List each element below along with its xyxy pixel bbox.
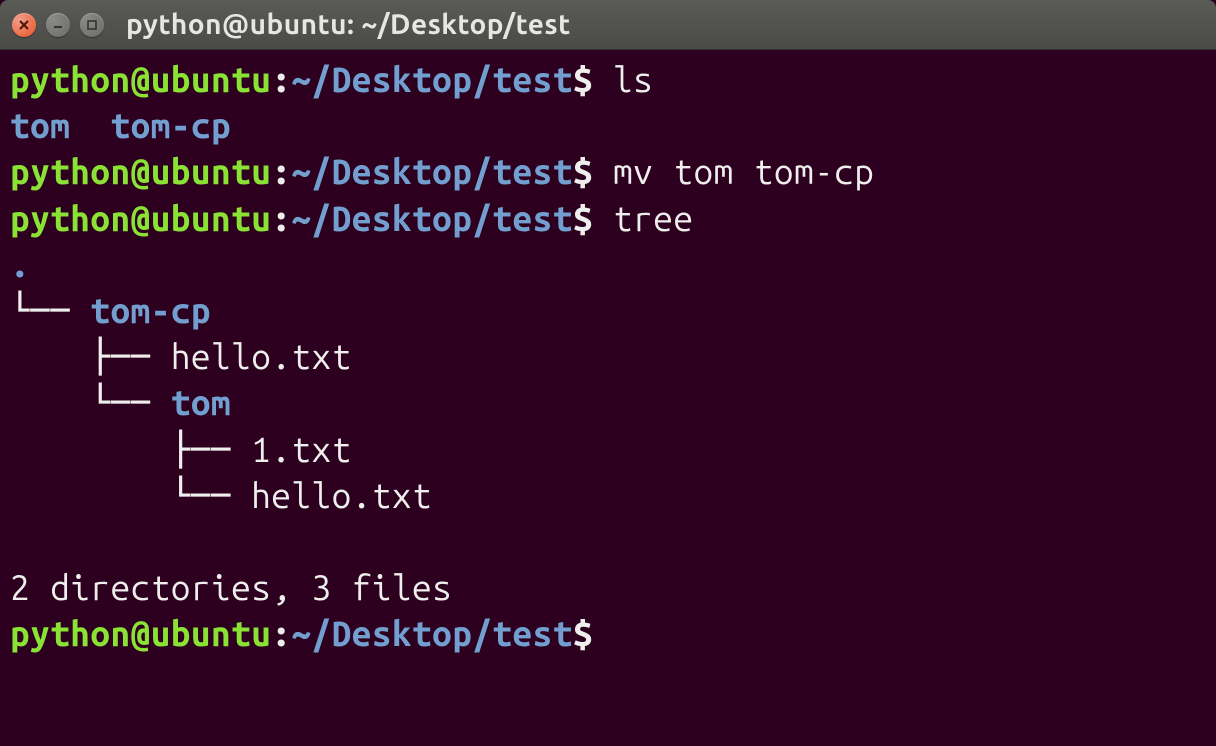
tree-file: hello.txt	[251, 475, 432, 515]
prompt-userhost: python@ubuntu	[10, 151, 271, 191]
command-tree: tree	[613, 198, 693, 238]
ls-output-dir: tom	[10, 105, 70, 145]
prompt-path: ~/Desktop/test	[291, 151, 572, 191]
terminal-body[interactable]: python@ubuntu:~/Desktop/test$ ls tom tom…	[0, 50, 1216, 746]
command-mv: mv tom tom-cp	[613, 151, 874, 191]
prompt-colon: :	[271, 198, 291, 238]
prompt-colon: :	[271, 613, 291, 653]
tree-branch: ├──	[10, 336, 171, 376]
command-ls: ls	[613, 59, 653, 99]
prompt-symbol: $	[573, 151, 593, 191]
prompt-userhost: python@ubuntu	[10, 613, 271, 653]
prompt-path: ~/Desktop/test	[291, 198, 572, 238]
tree-file: 1.txt	[251, 429, 352, 469]
prompt-userhost: python@ubuntu	[10, 59, 271, 99]
prompt-symbol: $	[573, 613, 593, 653]
prompt-userhost: python@ubuntu	[10, 198, 271, 238]
terminal-output: python@ubuntu:~/Desktop/test$ ls tom tom…	[10, 56, 1206, 656]
titlebar: python@ubuntu: ~/Desktop/test	[0, 0, 1216, 50]
tree-file: hello.txt	[171, 336, 352, 376]
ls-output-dir: tom-cp	[111, 105, 232, 145]
maximize-icon	[86, 19, 98, 31]
tree-dir: tom-cp	[90, 290, 211, 330]
terminal-window: python@ubuntu: ~/Desktop/test python@ubu…	[0, 0, 1216, 746]
tree-dir: tom	[171, 382, 231, 422]
minimize-icon	[52, 19, 64, 31]
prompt-symbol: $	[573, 59, 593, 99]
close-button[interactable]	[12, 13, 36, 37]
close-icon	[18, 19, 30, 31]
minimize-button[interactable]	[46, 13, 70, 37]
tree-branch: └──	[10, 475, 251, 515]
prompt-path: ~/Desktop/test	[291, 613, 572, 653]
prompt-symbol: $	[573, 198, 593, 238]
tree-summary: 2 directories, 3 files	[10, 567, 452, 607]
window-controls	[12, 13, 104, 37]
tree-branch: └──	[10, 290, 90, 330]
window-title: python@ubuntu: ~/Desktop/test	[126, 9, 571, 40]
maximize-button[interactable]	[80, 13, 104, 37]
tree-root: .	[10, 244, 30, 284]
prompt-colon: :	[271, 59, 291, 99]
prompt-path: ~/Desktop/test	[291, 59, 572, 99]
prompt-colon: :	[271, 151, 291, 191]
tree-branch: └──	[10, 382, 171, 422]
tree-branch: ├──	[10, 429, 251, 469]
